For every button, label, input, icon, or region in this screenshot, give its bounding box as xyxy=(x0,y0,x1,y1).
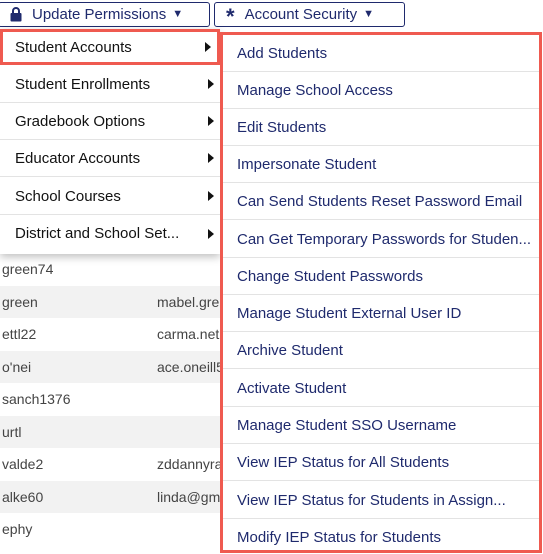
email-cell: linda@gm xyxy=(157,488,221,505)
username-cell: alke60 xyxy=(2,488,44,505)
table-row[interactable]: o'nei ace.oneill5 xyxy=(0,350,224,383)
submenu-item-impersonate-student[interactable]: Impersonate Student xyxy=(223,146,539,183)
submenu-item-send-reset-password-email[interactable]: Can Send Students Reset Password Email xyxy=(223,183,539,220)
menu-item-student-accounts[interactable]: Student Accounts xyxy=(0,29,220,65)
triangle-right-icon xyxy=(208,79,214,89)
table-row[interactable]: green mabel.gre xyxy=(0,285,222,318)
email-cell: ace.oneill5 xyxy=(157,358,224,375)
triangle-right-icon xyxy=(208,116,214,126)
submenu-item-label: Manage Student SSO Username xyxy=(237,416,457,434)
submenu-item-label: Can Send Students Reset Password Email xyxy=(237,192,523,210)
submenu-item-label: Impersonate Student xyxy=(237,155,377,173)
submenu-item-label: Edit Students xyxy=(237,118,327,136)
username-cell: green xyxy=(2,293,38,310)
submenu-item-label: Modify IEP Status for Students xyxy=(237,529,441,546)
username-cell: ettl22 xyxy=(2,326,37,343)
submenu-item-label: Activate Student xyxy=(237,379,347,397)
triangle-right-icon xyxy=(208,153,214,163)
menu-item-district-school-settings[interactable]: District and School Set... xyxy=(0,215,220,252)
menu-item-student-enrollments[interactable]: Student Enrollments xyxy=(0,66,220,103)
table-row[interactable]: ephy xyxy=(0,513,222,546)
account-security-button[interactable]: * Account Security ▼ xyxy=(214,2,405,27)
student-accounts-submenu: Add Students Manage School Access Edit S… xyxy=(220,32,542,553)
submenu-item-edit-students[interactable]: Edit Students xyxy=(223,109,539,146)
email-cell: carma.net xyxy=(157,326,220,343)
submenu-item-label: Change Student Passwords xyxy=(237,267,423,285)
triangle-right-icon xyxy=(208,191,214,201)
triangle-right-icon xyxy=(208,228,214,239)
submenu-item-label: Add Students xyxy=(237,44,328,62)
submenu-item-archive-student[interactable]: Archive Student xyxy=(223,332,539,369)
user-table: green74 green mabel.gre ettl22 carma.net… xyxy=(0,253,224,546)
submenu-item-change-student-passwords[interactable]: Change Student Passwords xyxy=(223,258,539,295)
submenu-item-get-temporary-passwords[interactable]: Can Get Temporary Passwords for Studen..… xyxy=(223,221,539,258)
menu-item-gradebook-options[interactable]: Gradebook Options xyxy=(0,103,220,140)
submenu-item-add-students[interactable]: Add Students xyxy=(223,35,539,72)
username-cell: green74 xyxy=(2,261,54,278)
menu-item-label: Student Accounts xyxy=(15,38,132,56)
table-row[interactable]: valde2 zddannyra xyxy=(0,448,222,481)
menu-item-label: District and School Set... xyxy=(15,225,180,242)
asterisk-icon: * xyxy=(226,3,235,29)
caret-down-icon: ▼ xyxy=(363,8,375,20)
caret-down-icon: ▼ xyxy=(172,8,184,20)
table-row[interactable]: sanch1376 xyxy=(0,383,222,416)
update-permissions-button[interactable]: Update Permissions ▼ xyxy=(0,2,210,27)
account-security-label: Account Security xyxy=(244,6,358,23)
menu-item-label: Student Enrollments xyxy=(15,75,151,93)
username-cell: sanch1376 xyxy=(2,391,71,408)
submenu-item-manage-sso-username[interactable]: Manage Student SSO Username xyxy=(223,407,539,444)
username-cell: valde2 xyxy=(2,456,44,473)
table-row[interactable]: alke60 linda@gm xyxy=(0,480,222,513)
table-row[interactable]: urtl xyxy=(0,415,222,448)
update-permissions-label: Update Permissions xyxy=(32,6,167,23)
menu-item-label: Gradebook Options xyxy=(15,112,146,130)
submenu-item-label: Archive Student xyxy=(237,341,343,359)
submenu-item-label: View IEP Status for All Students xyxy=(237,453,450,471)
menu-item-educator-accounts[interactable]: Educator Accounts xyxy=(0,140,220,177)
submenu-item-manage-external-user-id[interactable]: Manage Student External User ID xyxy=(223,295,539,332)
permissions-category-menu: Student Accounts Student Enrollments Gra… xyxy=(0,29,220,254)
submenu-item-view-iep-assigned[interactable]: View IEP Status for Students in Assign..… xyxy=(223,482,539,519)
lock-icon xyxy=(10,7,22,22)
submenu-item-label: Manage Student External User ID xyxy=(237,304,462,322)
submenu-item-label: Manage School Access xyxy=(237,81,393,99)
submenu-item-modify-iep-status[interactable]: Modify IEP Status for Students xyxy=(223,519,539,550)
menu-item-school-courses[interactable]: School Courses xyxy=(0,178,220,215)
username-cell: urtl xyxy=(2,423,22,440)
username-cell: o'nei xyxy=(2,358,32,375)
submenu-item-manage-school-access[interactable]: Manage School Access xyxy=(223,72,539,109)
submenu-item-label: Can Get Temporary Passwords for Studen..… xyxy=(237,230,532,248)
submenu-item-label: View IEP Status for Students in Assign..… xyxy=(237,491,506,509)
email-cell: zddannyra xyxy=(157,456,223,473)
submenu-item-activate-student[interactable]: Activate Student xyxy=(223,370,539,407)
table-row[interactable]: green74 xyxy=(0,253,222,286)
submenu-item-view-iep-all[interactable]: View IEP Status for All Students xyxy=(223,444,539,481)
username-cell: ephy xyxy=(2,521,33,538)
email-cell: mabel.gre xyxy=(157,293,220,310)
triangle-right-icon xyxy=(205,42,211,52)
menu-item-label: Educator Accounts xyxy=(15,149,141,167)
table-row[interactable]: ettl22 carma.net xyxy=(0,318,222,351)
menu-item-label: School Courses xyxy=(15,187,121,205)
